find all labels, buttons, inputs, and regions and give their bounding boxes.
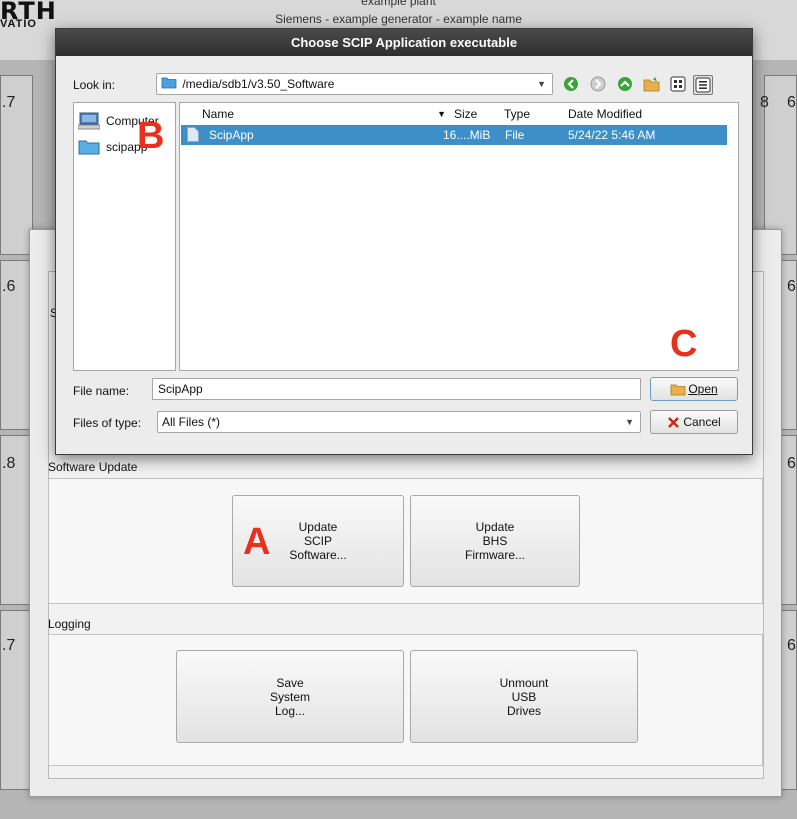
computer-icon [78,112,100,130]
new-folder-icon[interactable] [643,75,661,93]
annotation-b: B [137,115,165,157]
background-row-number: .7 [2,637,16,654]
logging-label: Logging [48,617,91,631]
column-header-type[interactable]: Type [504,105,530,123]
chevron-down-icon: ▼ [625,417,634,427]
file-size: 16....MiB [443,128,491,142]
logging-section [48,634,763,766]
file-name-label: File name: [73,384,130,398]
file-row-scipapp[interactable]: ScipApp 16....MiB File 5/24/22 5:46 AM [181,125,727,145]
look-in-label: Look in: [73,78,116,92]
files-of-type-combo[interactable]: All Files (*) ▼ [157,411,641,433]
file-date: 5/24/22 5:46 AM [568,128,656,142]
background-row-number: 6 [787,455,796,472]
background-row-number: 6 [787,637,796,654]
column-header-size[interactable]: Size [454,105,477,123]
sort-arrow-icon: ▼ [437,109,446,119]
background-row-number: .7 [2,94,16,111]
software-update-section [48,478,763,604]
cancel-icon [667,416,680,429]
look-in-path: /media/sdb1/v3.50_Software [182,77,335,91]
cancel-button[interactable]: Cancel [650,410,738,434]
column-header-date[interactable]: Date Modified [568,105,642,123]
chevron-down-icon: ▼ [537,79,546,89]
annotation-c: C [670,323,698,365]
save-system-log-button[interactable]: Save System Log... [176,650,404,743]
unmount-usb-drives-button[interactable]: Unmount USB Drives [410,650,638,743]
open-button-label: Open [688,382,718,396]
file-list[interactable]: Name ▼ Size Type Date Modified ScipApp 1… [179,102,739,371]
background-header-plant: example plant [361,0,436,8]
back-icon[interactable] [562,75,580,93]
file-icon [187,127,199,142]
background-row-number: .8 [2,455,16,472]
cancel-button-label: Cancel [683,415,721,429]
open-button[interactable]: Open [650,377,738,401]
file-type: File [505,128,525,142]
background-row-number: 6 [787,278,796,295]
background-row-number: 6 [787,94,796,111]
background-header-generator: Siemens - example generator - example na… [275,12,522,26]
background-row-number: .6 [2,278,16,295]
files-of-type-label: Files of type: [73,416,142,430]
column-header-name[interactable]: Name ▼ [202,105,450,123]
detail-view-icon[interactable] [693,75,713,95]
dialog-title: Choose SCIP Application executable [56,29,752,56]
file-name-input[interactable]: ScipApp [152,378,641,400]
files-of-type-value: All Files (*) [162,415,221,429]
update-bhs-firmware-button[interactable]: Update BHS Firmware... [410,495,580,587]
folder-open-icon [670,383,686,396]
annotation-a: A [243,521,271,563]
software-update-label: Software Update [48,460,138,474]
file-name: ScipApp [209,128,254,142]
parent-dir-icon[interactable] [616,75,634,93]
file-chooser-dialog: Choose SCIP Application executable Look … [55,28,753,455]
forward-icon[interactable] [589,75,607,93]
folder-icon [78,139,100,155]
list-view-icon[interactable] [669,75,687,93]
background-col-number: 8 [760,94,769,111]
folder-icon [161,75,177,95]
look-in-combo[interactable]: /media/sdb1/v3.50_Software ▼ [156,73,553,95]
